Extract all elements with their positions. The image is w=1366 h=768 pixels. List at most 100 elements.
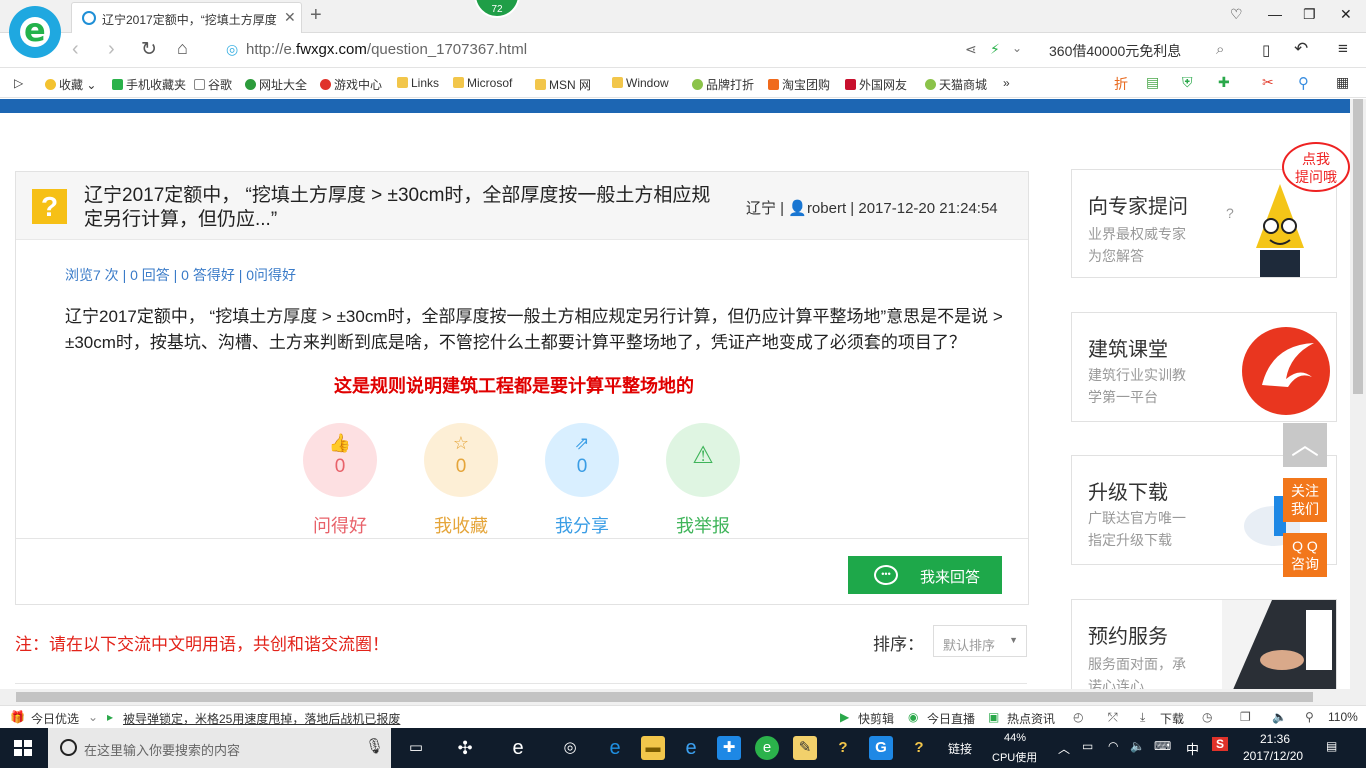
bookmark-tmall[interactable]: 天猫商城 <box>925 76 987 93</box>
help-app-2-icon[interactable]: ? <box>907 736 931 760</box>
wifi-icon[interactable]: ◠ <box>1108 739 1118 753</box>
browser-logo[interactable] <box>9 6 61 58</box>
bookmark-mobile[interactable]: 手机收藏夹 <box>112 76 186 93</box>
bookmark-links[interactable]: Links <box>397 76 439 90</box>
microphone-icon[interactable]: 🎙 <box>365 737 384 755</box>
bookmark-google[interactable]: 谷歌 <box>194 76 232 93</box>
plus-app-icon[interactable]: ✚ <box>717 736 741 760</box>
search-icon[interactable]: ⌕ <box>1216 41 1224 58</box>
home-button[interactable]: ⌂ <box>177 38 188 59</box>
show-hidden-icons-icon[interactable]: ︿ <box>1058 740 1070 757</box>
history-icon[interactable]: ◷ <box>1202 710 1212 724</box>
minimize-button[interactable]: — <box>1268 6 1282 22</box>
follow-us-button[interactable]: 关注 我们 <box>1283 478 1327 522</box>
ie-blue-app-icon[interactable]: e <box>679 736 703 760</box>
links-toolbar[interactable]: 链接 <box>948 740 972 757</box>
quick-clip-link[interactable]: 快剪辑 <box>858 710 894 727</box>
good-question-label[interactable]: 问得好 <box>290 512 390 538</box>
more-bookmarks-button[interactable]: » <box>1003 76 1010 90</box>
browser-tab[interactable]: 辽宁2017定额中，“挖填土方厚度 ✕ <box>71 2 302 33</box>
back-to-top-button[interactable]: ︿ <box>1283 423 1327 467</box>
bookmark-brand-sale[interactable]: 品牌打折 <box>692 76 754 93</box>
notifications-icon[interactable]: ▤ <box>1326 739 1337 753</box>
hot-news-link[interactable]: 热点资讯 <box>1007 710 1055 727</box>
appointment-card[interactable]: 预约服务 服务面对面，承 诺心连心 <box>1071 599 1337 691</box>
ask-bubble[interactable]: 点我 提问哦 <box>1282 142 1350 192</box>
notes-app-icon[interactable]: ✎ <box>793 736 817 760</box>
tools-icon[interactable]: ⤱ <box>1108 710 1118 725</box>
keyboard-icon[interactable]: ⌨ <box>1154 739 1171 753</box>
speed-dial-icon[interactable]: ◴ <box>1073 710 1083 724</box>
favorite-button[interactable]: ☆ 0 <box>424 423 498 497</box>
discount-icon[interactable]: 折 <box>1114 74 1128 94</box>
ime-indicator[interactable]: 中 <box>1186 739 1199 758</box>
back-button[interactable]: ‹ <box>72 38 79 61</box>
new-tab-button[interactable]: + <box>310 4 322 27</box>
share-button[interactable]: ⇗ 0 <box>545 423 619 497</box>
news-headline[interactable]: 被导弹锁定，米格25用速度甩掉，落地后战机已报废 <box>123 710 400 727</box>
menu-icon[interactable]: ≡ <box>1338 39 1348 59</box>
notification-badge[interactable]: 72 <box>474 0 520 18</box>
bookmark-foreign[interactable]: 外国网友 <box>845 76 907 93</box>
horizontal-scrollbar[interactable] <box>0 689 1366 705</box>
g-app-icon[interactable]: G <box>869 736 893 760</box>
bookmark-taobao[interactable]: 淘宝团购 <box>768 76 830 93</box>
bookmark-windows[interactable]: Window <box>612 76 669 90</box>
chevron-down-icon[interactable]: ⌄ <box>88 710 98 724</box>
reload-button[interactable]: ↻ <box>141 38 157 61</box>
windows-start-icon[interactable] <box>14 740 32 756</box>
bookmark-site-nav[interactable]: 网址大全 <box>245 76 307 93</box>
edge-app-icon[interactable]: e <box>603 736 627 760</box>
bookmark-games[interactable]: 游戏中心 <box>320 76 382 93</box>
download-link[interactable]: 下载 <box>1160 710 1184 727</box>
author-link[interactable]: robert <box>807 200 846 217</box>
volume-icon[interactable]: 🔈 <box>1272 710 1287 724</box>
speed-icon[interactable]: ⚡ <box>990 41 1000 58</box>
url-field[interactable]: http://e.fwxgx.com/question_1707367.html <box>246 41 527 58</box>
bookmark-msn[interactable]: MSN 网 <box>535 76 591 93</box>
book-icon[interactable]: ▤ <box>1146 74 1159 91</box>
tab-close-icon[interactable]: ✕ <box>284 9 296 26</box>
close-window-button[interactable]: ✕ <box>1340 6 1352 23</box>
building-class-card[interactable]: 建筑课堂 建筑行业实训教 学第一平台 <box>1071 312 1337 422</box>
good-question-button[interactable]: 👍 0 <box>303 423 377 497</box>
volume-icon[interactable]: 🔈 <box>1130 739 1145 753</box>
share-icon[interactable]: ⋖ <box>965 41 977 58</box>
favorite-label[interactable]: 我收藏 <box>411 512 511 538</box>
cut-icon[interactable]: ✂ <box>1262 74 1274 91</box>
taskbar-search-input[interactable]: 在这里输入你要搜索的内容 🎙 <box>48 728 391 768</box>
share-label[interactable]: 我分享 <box>532 512 632 538</box>
phone-icon[interactable]: ▯ <box>1262 41 1270 59</box>
file-explorer-icon[interactable]: ▬ <box>641 736 665 760</box>
zoom-search-icon[interactable]: ⚲ <box>1298 74 1309 92</box>
shield-icon[interactable]: ⛨ <box>1182 74 1193 91</box>
live-link[interactable]: 今日直播 <box>927 710 975 727</box>
restore-button[interactable]: ❐ <box>1303 6 1316 23</box>
pinwheel-app-icon[interactable]: ✣ <box>453 736 477 760</box>
forward-button[interactable]: › <box>108 38 115 61</box>
zoom-level[interactable]: 110% <box>1328 710 1358 724</box>
bookmark-microsoft[interactable]: Microsof <box>453 76 512 90</box>
battery-icon[interactable]: ▭ <box>1082 739 1093 753</box>
sort-select[interactable]: 默认排序 ▼ <box>933 625 1027 657</box>
clock-time[interactable]: 21:36 <box>1260 732 1290 746</box>
sogou-ime-icon[interactable]: S <box>1212 737 1229 751</box>
report-button[interactable]: ⚠ <box>666 423 740 497</box>
skin-icon[interactable]: ♡ <box>1230 6 1243 23</box>
search-input[interactable]: 360借40000元免利息 <box>1049 41 1181 61</box>
task-view-icon[interactable]: ▭ <box>404 736 428 760</box>
swirl-app-icon[interactable]: ◎ <box>558 736 582 760</box>
qq-consult-button[interactable]: Q Q 咨询 <box>1283 533 1327 577</box>
vertical-scrollbar[interactable] <box>1350 99 1366 689</box>
answer-button[interactable]: ••• 我来回答 <box>848 556 1002 594</box>
browser-360-app-icon[interactable]: e <box>755 736 779 760</box>
undo-icon[interactable]: ↶ <box>1294 39 1308 59</box>
region-link[interactable]: 辽宁 <box>746 200 776 217</box>
help-app-icon[interactable]: ? <box>831 736 855 760</box>
window-icon[interactable]: ❐ <box>1240 710 1251 724</box>
report-label[interactable]: 我举报 <box>653 512 753 538</box>
clock-date[interactable]: 2017/12/20 <box>1243 749 1303 763</box>
ie-app-icon[interactable]: e <box>506 736 530 760</box>
translate-icon[interactable]: ✚ <box>1218 74 1230 91</box>
chevron-down-icon[interactable]: ⌄ <box>1012 41 1022 55</box>
